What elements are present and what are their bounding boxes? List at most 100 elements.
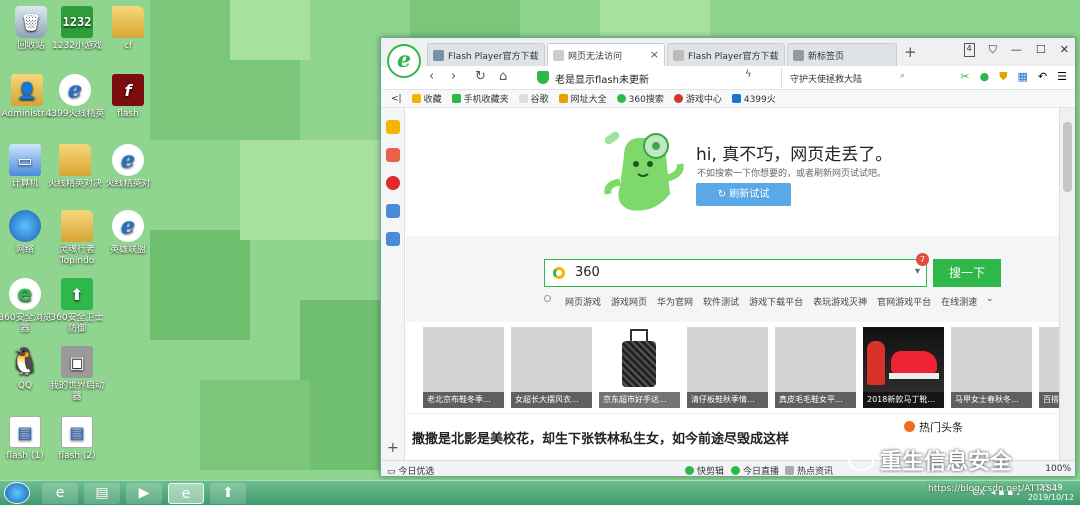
bookmarks-toggle[interactable]: <| (391, 94, 402, 104)
tab-flash-player-2[interactable]: Flash Player官方下载 (667, 43, 785, 66)
shirt-icon[interactable]: ⛉ (989, 43, 997, 57)
chevron-down-icon[interactable]: ⌄ (986, 294, 994, 304)
bookmark-4399[interactable]: 4399火 (731, 92, 776, 105)
tab-page-unreachable[interactable]: 网页无法访问 × (547, 43, 665, 66)
model-figure (867, 341, 885, 385)
hot-link[interactable]: 表玩游戏灭神 (813, 295, 867, 308)
taskbar-360-guard[interactable]: ⬆ (210, 483, 246, 504)
product-card[interactable]: 真皮毛毛鞋女平... (775, 327, 856, 408)
hot-link[interactable]: 游戏下载平台 (749, 295, 803, 308)
today-picks[interactable]: ▭ 今日优选 (387, 464, 434, 476)
desktop-icon-360-guard[interactable]: ⬆ 360安全卫士防御 (46, 278, 108, 335)
back-arrow-icon[interactable]: ‹ (429, 69, 434, 84)
hot-link[interactable]: 华为官网 (657, 295, 693, 308)
bookmark-360-search[interactable]: 360搜索 (616, 92, 664, 105)
search-input[interactable]: 360 ▾ (544, 259, 927, 287)
fire-icon (904, 421, 915, 432)
zoom-level[interactable]: 100% (1045, 464, 1071, 474)
status-news[interactable]: 热点资讯 (785, 464, 833, 476)
undo-icon[interactable]: ↶ (1038, 70, 1047, 84)
play-icon (685, 466, 694, 475)
bookmark-game-center[interactable]: 游戏中心 (673, 92, 722, 105)
search-box[interactable]: 守护天使拯救大陆 ⌕ (781, 68, 909, 88)
hot-link[interactable]: 游戏网页 (611, 295, 647, 308)
network-icon (9, 210, 41, 242)
taskbar-explorer[interactable]: ▤ (84, 483, 120, 504)
shield-360-icon: ⬆ (61, 278, 93, 310)
forward-arrow-icon[interactable]: › (451, 69, 456, 84)
news-headline[interactable]: 撒撒是北影是美校花，却生下张铁林私生女，如今前途尽毁成这样 (412, 428, 789, 447)
tab-count-badge[interactable]: 4 (963, 43, 975, 57)
search-icon[interactable]: ⌕ (900, 71, 905, 81)
product-card[interactable]: 清仔板鞋秋季情... (687, 327, 768, 408)
hot-search-icon (544, 295, 551, 302)
recycle-bin-icon: 🗑 (15, 6, 47, 38)
address-bar[interactable]: 老是显示flash未更新 (533, 68, 765, 88)
start-button[interactable] (4, 482, 30, 504)
flash-icon: f (112, 74, 144, 106)
browser-logo-icon[interactable]: e (387, 44, 421, 78)
close-tab-icon[interactable]: × (650, 48, 659, 61)
document-icon: ▤ (9, 416, 41, 448)
desktop-icon-huoxian-ie[interactable]: e 火线精英对 (97, 144, 159, 190)
page-content: hi, 真不巧，网页走丢了。 不如搜索一下你想要的，或者刷新网页试试吧。 ↻ 刷… (406, 108, 1059, 460)
product-card[interactable]: 2018新款马丁靴... (863, 327, 944, 408)
status-live[interactable]: 今日直播 (731, 464, 779, 476)
scrollbar-thumb[interactable] (1063, 122, 1072, 192)
maximize-icon[interactable]: ☐ (1036, 43, 1046, 57)
note-icon[interactable] (386, 148, 400, 162)
product-card[interactable]: 马甲女士春秋冬... (951, 327, 1032, 408)
search-button[interactable]: 搜一下 (933, 259, 1001, 287)
bookmark-google[interactable]: 谷歌 (518, 92, 549, 105)
bookmark-favorites[interactable]: 收藏 (411, 92, 442, 105)
add-sidebar-icon[interactable]: + (387, 440, 399, 456)
taskbar-ie[interactable]: e (42, 483, 78, 504)
lightning-icon[interactable]: ϟ (745, 69, 752, 80)
wechat-icon (848, 451, 874, 471)
shield-icon[interactable]: ⛊ (999, 70, 1007, 84)
hot-link[interactable]: 软件测试 (703, 295, 739, 308)
home-icon[interactable]: ⌂ (499, 69, 507, 84)
close-window-icon[interactable]: ✕ (1060, 43, 1069, 57)
taskbar-360-browser[interactable]: e (168, 483, 204, 504)
windows-icon[interactable]: ▦ (1018, 70, 1028, 84)
chat-icon[interactable] (386, 204, 400, 218)
hot-link[interactable]: 官网游戏平台 (877, 295, 931, 308)
browser-sidebar: + (381, 108, 405, 460)
bookmark-url-directory[interactable]: 网址大全 (558, 92, 607, 105)
hot-link[interactable]: 网页游戏 (565, 295, 601, 308)
weibo-icon[interactable] (386, 176, 400, 190)
star-icon[interactable] (386, 120, 400, 134)
menu-icon[interactable]: ☰ (1057, 70, 1067, 84)
scissors-icon[interactable]: ✂ (960, 70, 969, 84)
bookmark-mobile[interactable]: 手机收藏夹 (451, 92, 509, 105)
desktop-icon-minecraft[interactable]: ▣ 我的世界启动器 (46, 346, 108, 403)
taskbar-media-player[interactable]: ▶ (126, 483, 162, 504)
lost-page-mascot-icon (604, 131, 684, 211)
app-360-icon[interactable]: ● (980, 70, 990, 84)
desktop-icon-flash[interactable]: f flash (97, 74, 159, 120)
browser-360-icon: e (9, 278, 41, 310)
document-icon[interactable] (386, 232, 400, 246)
hot-link[interactable]: 在线测速 (941, 295, 977, 308)
refresh-icon[interactable]: ↻ (475, 69, 486, 84)
retry-button[interactable]: ↻ 刷新试试 (696, 183, 791, 206)
desktop-icon-cf[interactable]: cf (97, 6, 159, 52)
tab-flash-player-1[interactable]: Flash Player官方下载 (427, 43, 545, 66)
vertical-scrollbar[interactable] (1059, 108, 1075, 460)
browser-window: e Flash Player官方下载 网页无法访问 × Flash Player… (380, 37, 1076, 477)
product-card[interactable]: 女超长大摆风衣... (511, 327, 592, 408)
product-card[interactable]: 百搭 (1039, 327, 1059, 408)
refresh-icon: ↻ (717, 189, 730, 200)
tab-new-tab[interactable]: 新标签页 (787, 43, 897, 66)
chevron-down-icon[interactable]: ▾ (915, 266, 920, 277)
status-kuaijianji[interactable]: 快剪辑 (685, 464, 724, 476)
hot-news-header[interactable]: 热门头条 (904, 419, 963, 435)
product-card[interactable]: 京东超市好手达... (599, 327, 680, 408)
window-controls: 4 ⛉ — ☐ ✕ (963, 43, 1069, 57)
product-card[interactable]: 老北京布鞋冬季... (423, 327, 504, 408)
new-tab-plus-icon[interactable]: + (904, 43, 917, 61)
minimize-icon[interactable]: — (1011, 43, 1022, 57)
desktop-icon-lol[interactable]: e 英雄联盟 (97, 210, 159, 256)
desktop-icon-flash-2[interactable]: ▤ flash (2) (46, 416, 108, 462)
